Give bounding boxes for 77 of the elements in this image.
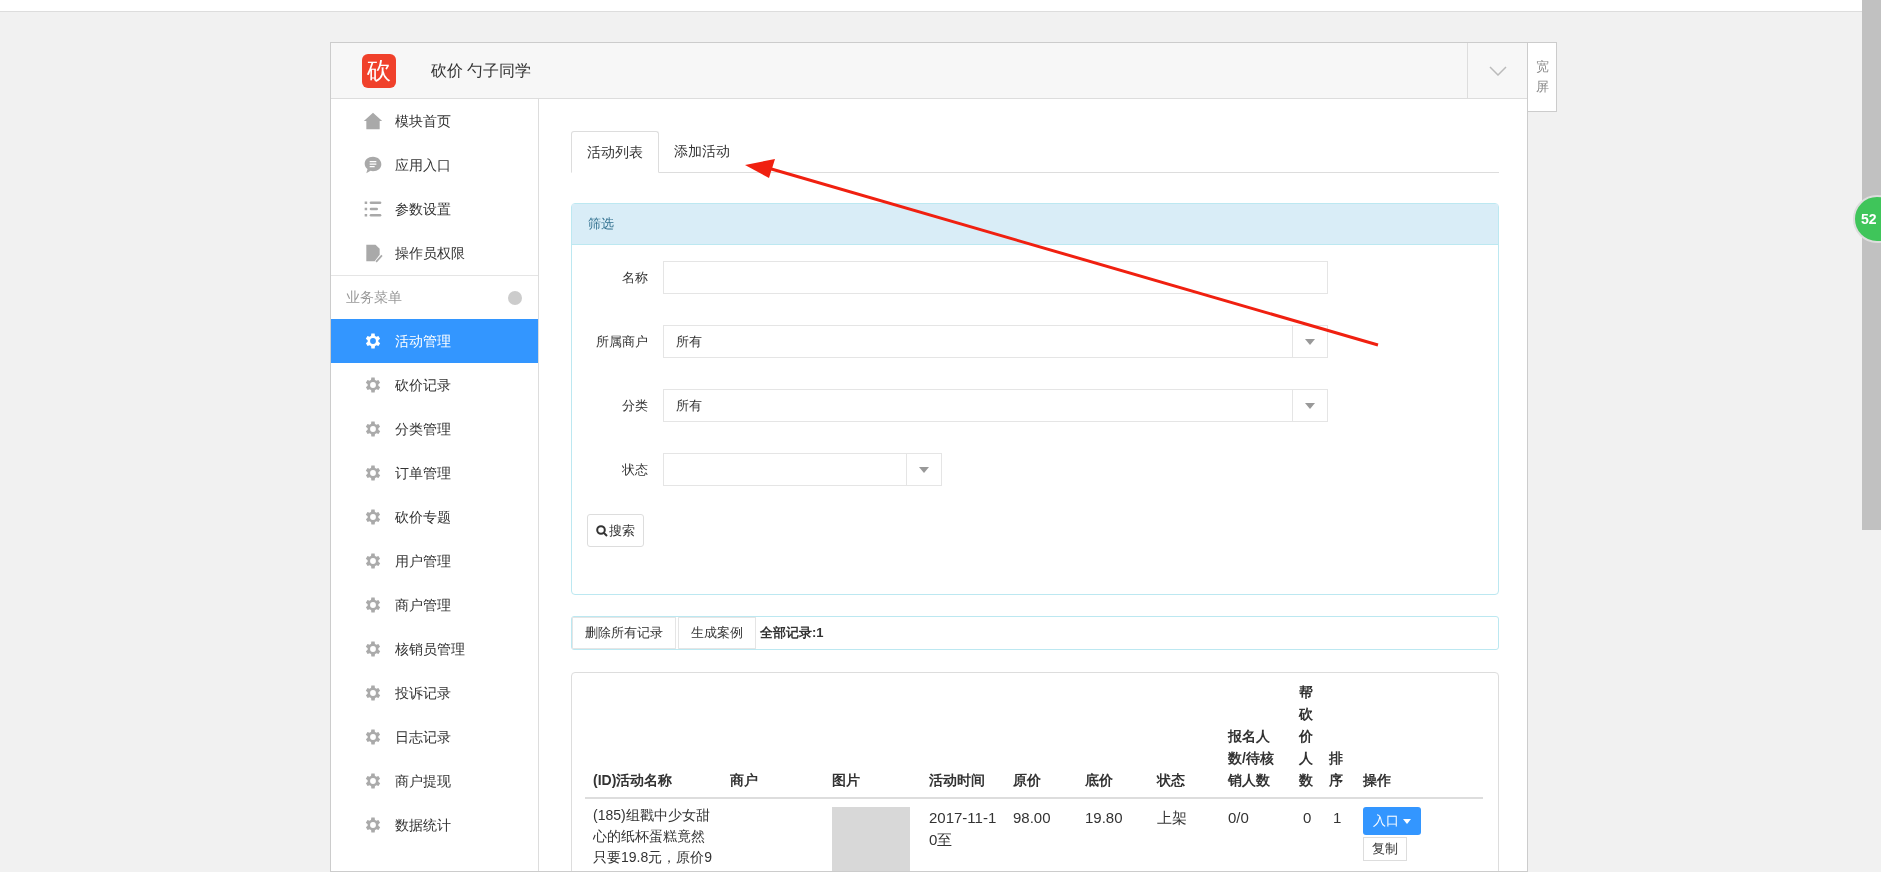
sidebar-item[interactable]: 商户提现	[331, 759, 538, 803]
chevron-down-icon	[1488, 65, 1507, 76]
column-header: 排序	[1325, 681, 1355, 798]
table-cell: 98.00	[1005, 798, 1077, 871]
search-button[interactable]: 搜索	[587, 514, 644, 547]
field-label: 状态	[621, 460, 648, 479]
section-title: 业务菜单	[346, 288, 402, 307]
gear-icon	[363, 683, 383, 703]
sidebar-item[interactable]: 数据统计	[331, 803, 538, 847]
gear-icon	[363, 639, 383, 659]
gear-icon	[363, 463, 383, 483]
column-header: 报名人数/待核销人数	[1220, 681, 1295, 798]
toolbar-button[interactable]: 生成案例	[678, 617, 756, 649]
gear-icon	[363, 331, 383, 351]
name-input[interactable]	[663, 261, 1328, 294]
table-cell: (185)组戳中少女甜心的纸杯蛋糕竟然只要19.8元，原价9	[585, 798, 722, 871]
sidebar-item[interactable]: 商户管理	[331, 583, 538, 627]
sidebar-item[interactable]: 投诉记录	[331, 671, 538, 715]
dropdown-caret-icon	[1305, 402, 1315, 409]
app-title: 砍价 勺子同学	[431, 60, 532, 81]
gear-icon	[363, 595, 383, 615]
gear-icon	[363, 727, 383, 747]
table-cell: 0	[1295, 798, 1325, 871]
field-label: 分类	[621, 396, 648, 415]
gear-icon	[363, 507, 383, 527]
sidebar-item[interactable]: 分类管理	[331, 407, 538, 451]
sidebar-item[interactable]: 应用入口	[331, 143, 538, 187]
table-cell: 0/0	[1220, 798, 1295, 871]
sidebar-item[interactable]: 砍价记录	[331, 363, 538, 407]
toolbar-button[interactable]: 删除所有记录	[572, 617, 676, 649]
list-icon	[363, 199, 383, 219]
tab[interactable]: 活动列表	[571, 131, 659, 173]
dropdown-caret-icon	[919, 466, 929, 473]
search-icon	[596, 524, 608, 537]
collapse-toggle-icon[interactable]	[508, 290, 522, 305]
document-icon	[363, 243, 383, 263]
column-header: 操作	[1355, 681, 1483, 798]
record-count: 全部记录:1	[760, 624, 824, 643]
sidebar-item[interactable]: 操作员权限	[331, 231, 538, 275]
table-cell: 2017-11-10至	[921, 798, 1005, 871]
gear-icon	[363, 419, 383, 439]
chat-icon	[363, 155, 383, 175]
column-header: 活动时间	[921, 681, 1005, 798]
select-field[interactable]: 所有	[663, 389, 1328, 422]
gear-icon	[363, 815, 383, 835]
gear-icon	[363, 771, 383, 791]
gear-icon	[363, 551, 383, 571]
column-header: 底价	[1077, 681, 1149, 798]
copy-button[interactable]: 复制	[1363, 837, 1407, 861]
column-header: 原价	[1005, 681, 1077, 798]
field-label: 所属商户	[595, 332, 648, 351]
sidebar-item[interactable]: 用户管理	[331, 539, 538, 583]
column-header: 图片	[824, 681, 921, 798]
home-icon	[363, 111, 383, 131]
sidebar-item[interactable]: 核销员管理	[331, 627, 538, 671]
sidebar-item[interactable]: 订单管理	[331, 451, 538, 495]
caret-icon	[1403, 818, 1411, 824]
sidebar-item[interactable]: 砍价专题	[331, 495, 538, 539]
app-logo: 砍	[362, 53, 396, 88]
sidebar-item[interactable]: 参数设置	[331, 187, 538, 231]
gear-icon	[363, 375, 383, 395]
tab[interactable]: 添加活动	[659, 131, 745, 172]
column-header: 商户	[722, 681, 824, 798]
select-field[interactable]: 所有	[663, 325, 1328, 358]
table-cell: 1	[1325, 798, 1355, 871]
table-cell: 上架	[1149, 798, 1220, 871]
column-header: (ID)活动名称	[585, 681, 722, 798]
sidebar-item[interactable]: 模块首页	[331, 99, 538, 143]
panel-title: 筛选	[588, 215, 614, 234]
table-cell: 19.80	[1077, 798, 1149, 871]
field-label: 名称	[621, 268, 648, 287]
column-header: 帮砍价人数	[1295, 681, 1325, 798]
sidebar-item[interactable]: 日志记录	[331, 715, 538, 759]
select-field[interactable]	[663, 453, 942, 486]
dropdown-caret-icon	[1305, 338, 1315, 345]
column-header: 状态	[1149, 681, 1220, 798]
wide-screen-toggle[interactable]: 宽屏	[1528, 42, 1557, 112]
